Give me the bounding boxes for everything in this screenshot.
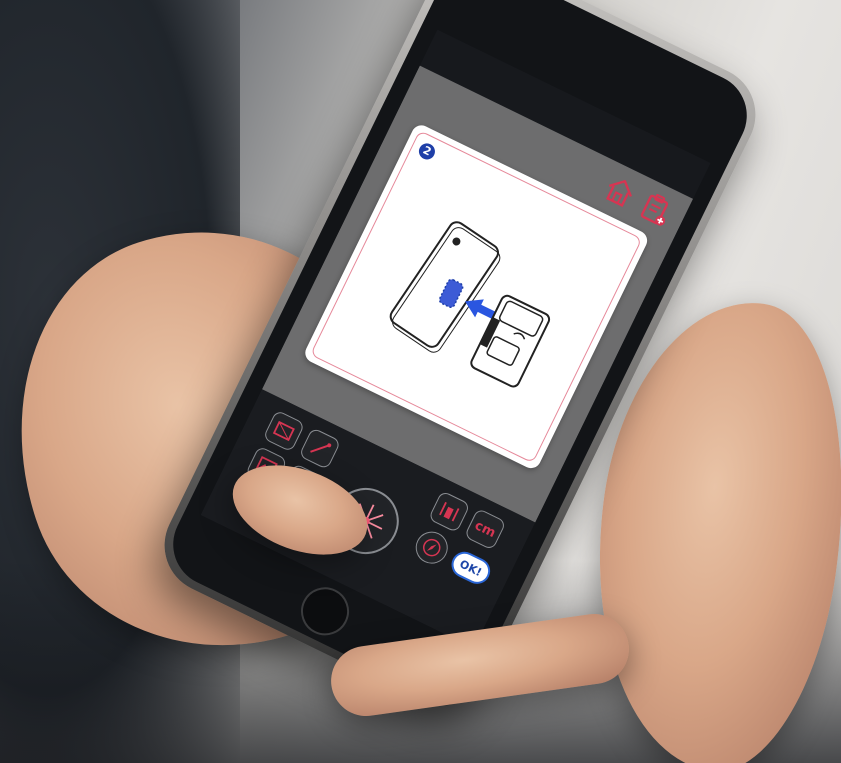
frame-button[interactable]: [262, 409, 306, 453]
ruler-button[interactable]: [298, 427, 342, 470]
compass-button[interactable]: [410, 526, 454, 570]
photo-scene: 2 cm OK!: [0, 0, 841, 763]
measure-button[interactable]: [427, 490, 471, 534]
frame-icon: [272, 420, 295, 442]
compass-icon: [422, 538, 441, 557]
measure-icon: [439, 501, 460, 522]
ok-button[interactable]: OK!: [447, 547, 495, 589]
ruler-icon: [310, 443, 332, 453]
unit-toggle-button[interactable]: cm: [463, 507, 507, 551]
phone-home-button[interactable]: [292, 579, 358, 644]
